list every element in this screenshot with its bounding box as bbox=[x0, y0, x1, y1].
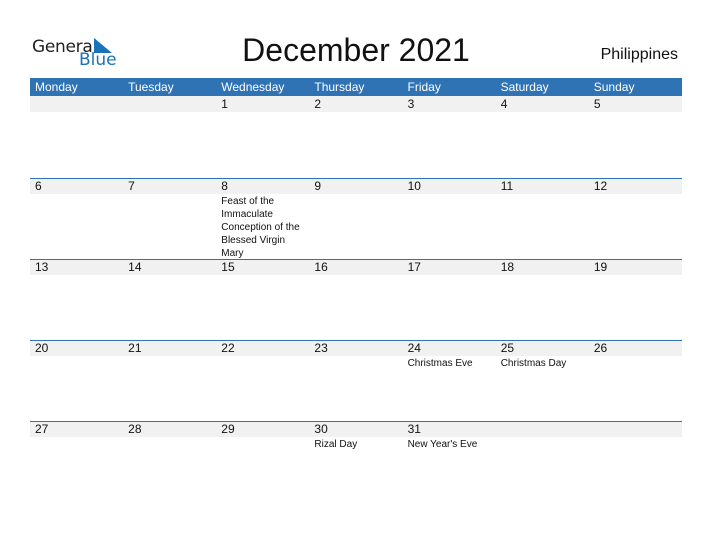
day-number: 22 bbox=[221, 341, 235, 355]
day-cell: 23 bbox=[309, 340, 402, 421]
day-cell: 6 bbox=[30, 178, 123, 259]
holiday-label: Christmas Eve bbox=[407, 358, 473, 369]
day-cell bbox=[496, 421, 589, 502]
day-number: 24 bbox=[407, 341, 421, 355]
day-cell: 17 bbox=[403, 259, 496, 340]
day-cell: 28 bbox=[123, 421, 216, 502]
day-number: 6 bbox=[35, 179, 42, 193]
day-number: 14 bbox=[128, 260, 142, 274]
day-cell: 10 bbox=[403, 178, 496, 259]
day-cell: 12 bbox=[589, 178, 682, 259]
day-number: 2 bbox=[314, 97, 322, 111]
day-number: 21 bbox=[128, 341, 142, 355]
day-number: 30 bbox=[314, 422, 328, 436]
country-label: Philippines bbox=[600, 46, 678, 63]
week-row: 1 2 3 4 5 bbox=[30, 96, 682, 177]
day-number: 28 bbox=[128, 422, 142, 436]
day-cell: 30 Rizal Day bbox=[309, 421, 402, 502]
day-cell: 25 Christmas Day bbox=[496, 340, 589, 421]
day-cell: 16 bbox=[309, 259, 402, 340]
day-cell: 24 Christmas Eve bbox=[403, 340, 496, 421]
day-number: 18 bbox=[500, 260, 515, 274]
day-number: 11 bbox=[500, 179, 514, 193]
day-number: 15 bbox=[221, 260, 235, 274]
day-number: 5 bbox=[593, 97, 601, 111]
day-number: 4 bbox=[500, 97, 508, 111]
day-cell: 11 bbox=[496, 178, 589, 259]
day-cell: 3 bbox=[403, 96, 496, 177]
weekday-thursday: Thursday bbox=[314, 80, 365, 94]
weekday-tuesday: Tuesday bbox=[128, 80, 174, 94]
holiday-label: New Year's Eve bbox=[407, 439, 478, 450]
day-number: 19 bbox=[593, 260, 608, 274]
weekday-header: Monday Tuesday Wednesday Thursday Friday… bbox=[30, 78, 682, 96]
day-number: 29 bbox=[221, 422, 235, 436]
weekday-monday: Monday bbox=[35, 80, 78, 94]
weekday-wednesday: Wednesday bbox=[221, 80, 285, 94]
day-number: 27 bbox=[35, 422, 49, 436]
week-row: 20 21 22 23 24 Christmas Eve 25 Christmas Day 26 bbox=[30, 340, 682, 421]
day-cell: 20 bbox=[30, 340, 123, 421]
day-cell: 4 bbox=[496, 96, 589, 177]
weekday-saturday: Saturday bbox=[500, 80, 549, 94]
day-cell: 2 bbox=[309, 96, 402, 177]
day-number: 31 bbox=[407, 422, 421, 436]
day-cell bbox=[589, 421, 682, 502]
day-cell: 1 bbox=[216, 96, 309, 177]
day-cell: 8 Feast of the Immaculate Conception of t… bbox=[216, 178, 309, 259]
weekday-friday: Friday bbox=[407, 80, 441, 94]
holiday-label: Christmas Day bbox=[500, 358, 567, 369]
day-number: 12 bbox=[593, 179, 608, 193]
day-cell: 5 bbox=[589, 96, 682, 177]
day-number: 1 bbox=[221, 97, 228, 111]
day-cell: 27 bbox=[30, 421, 123, 502]
week-row: 13 14 15 16 17 18 19 bbox=[30, 259, 682, 340]
day-number: 7 bbox=[128, 179, 135, 193]
day-cell: 31 New Year's Eve bbox=[403, 421, 496, 502]
day-cell: 21 bbox=[123, 340, 216, 421]
day-cell: 13 bbox=[30, 259, 123, 340]
week-row: 27 28 29 30 Rizal Day 31 New Year's Eve bbox=[30, 421, 682, 502]
day-cell: 9 bbox=[309, 178, 402, 259]
day-cell: 14 bbox=[123, 259, 216, 340]
day-number: 25 bbox=[500, 341, 515, 355]
day-cell: 26 bbox=[589, 340, 682, 421]
day-cell bbox=[30, 96, 123, 177]
day-number: 9 bbox=[314, 179, 322, 193]
day-number: 8 bbox=[221, 179, 228, 193]
day-cell: 15 bbox=[216, 259, 309, 340]
holiday-label: Feast of the Immaculate Conception of th… bbox=[221, 196, 300, 259]
day-number: 20 bbox=[35, 341, 49, 355]
day-number: 10 bbox=[407, 179, 421, 193]
week-row: 6 7 8 Feast of the Immaculate Conception of… bbox=[30, 178, 682, 259]
weekday-sunday: Sunday bbox=[593, 80, 635, 94]
day-number: 23 bbox=[314, 341, 328, 355]
day-number: 26 bbox=[593, 341, 608, 355]
day-cell: 29 bbox=[216, 421, 309, 502]
day-cell: 18 bbox=[496, 259, 589, 340]
day-cell bbox=[123, 96, 216, 177]
holiday-label: Rizal Day bbox=[314, 439, 358, 450]
day-cell: 19 bbox=[589, 259, 682, 340]
day-number: 3 bbox=[407, 97, 415, 111]
day-cell: 7 bbox=[123, 178, 216, 259]
day-cell: 22 bbox=[216, 340, 309, 421]
day-number: 13 bbox=[35, 260, 49, 274]
day-number: 16 bbox=[314, 260, 328, 274]
day-number: 17 bbox=[407, 260, 421, 274]
